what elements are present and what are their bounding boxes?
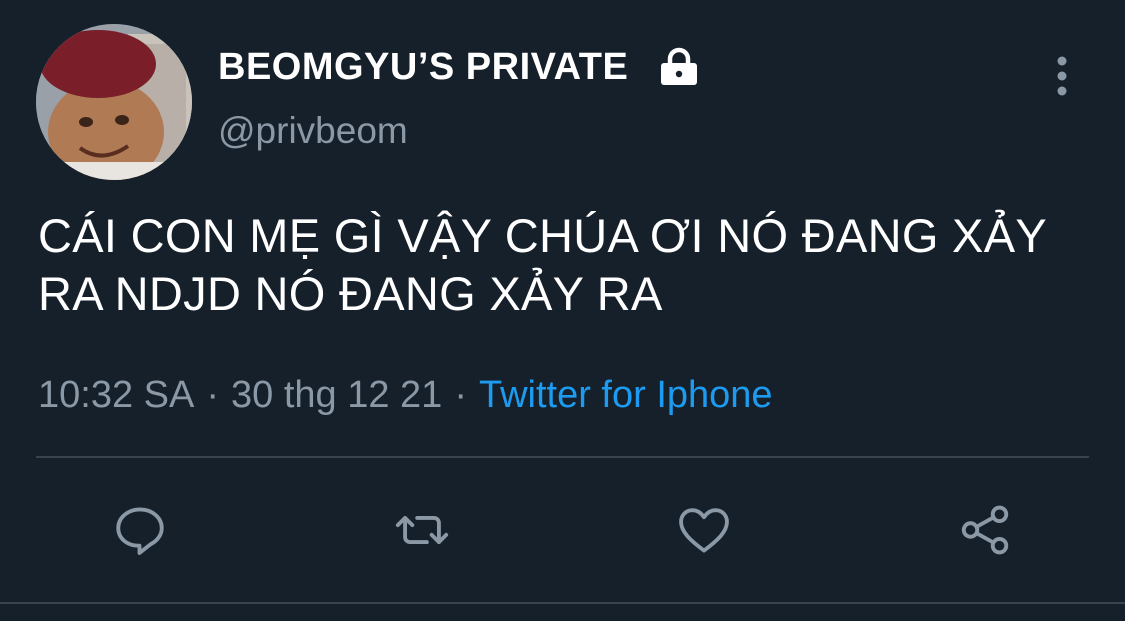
tweet-card: BEOMGYU’S PRIVATE @privbeom CÁI CON MẸ G… <box>0 0 1125 621</box>
retweet-icon <box>395 515 449 545</box>
tweet-meta: 10:32 SA · 30 thg 12 21 · Twitter for Iphone <box>38 374 773 417</box>
tweet-text: CÁI CON MẸ GÌ VẬY CHÚA ƠI NÓ ĐANG XẢY RA… <box>38 209 1047 320</box>
bottom-divider <box>0 602 1125 604</box>
share-button[interactable] <box>955 500 1015 560</box>
handle[interactable]: @privbeom <box>218 110 408 152</box>
reply-button[interactable] <box>110 500 170 560</box>
divider <box>36 456 1089 458</box>
like-button[interactable] <box>674 500 734 560</box>
reply-icon <box>116 507 164 555</box>
tweet-time: 10:32 SA <box>38 374 195 416</box>
tweet-date: 30 thg 12 21 <box>231 374 443 416</box>
meta-separator: · <box>206 374 219 416</box>
display-name[interactable]: BEOMGYU’S PRIVATE <box>218 46 628 89</box>
retweet-button[interactable] <box>392 500 452 560</box>
tweet-source-link[interactable]: Twitter for Iphone <box>479 374 773 416</box>
lock-icon <box>658 46 700 88</box>
display-name-row: BEOMGYU’S PRIVATE <box>218 40 700 94</box>
meta-separator: · <box>454 374 467 416</box>
avatar-image <box>36 24 192 180</box>
share-icon <box>961 505 1009 555</box>
avatar[interactable] <box>36 24 192 180</box>
heart-icon <box>679 508 729 553</box>
more-vertical-icon[interactable] <box>1046 52 1078 100</box>
